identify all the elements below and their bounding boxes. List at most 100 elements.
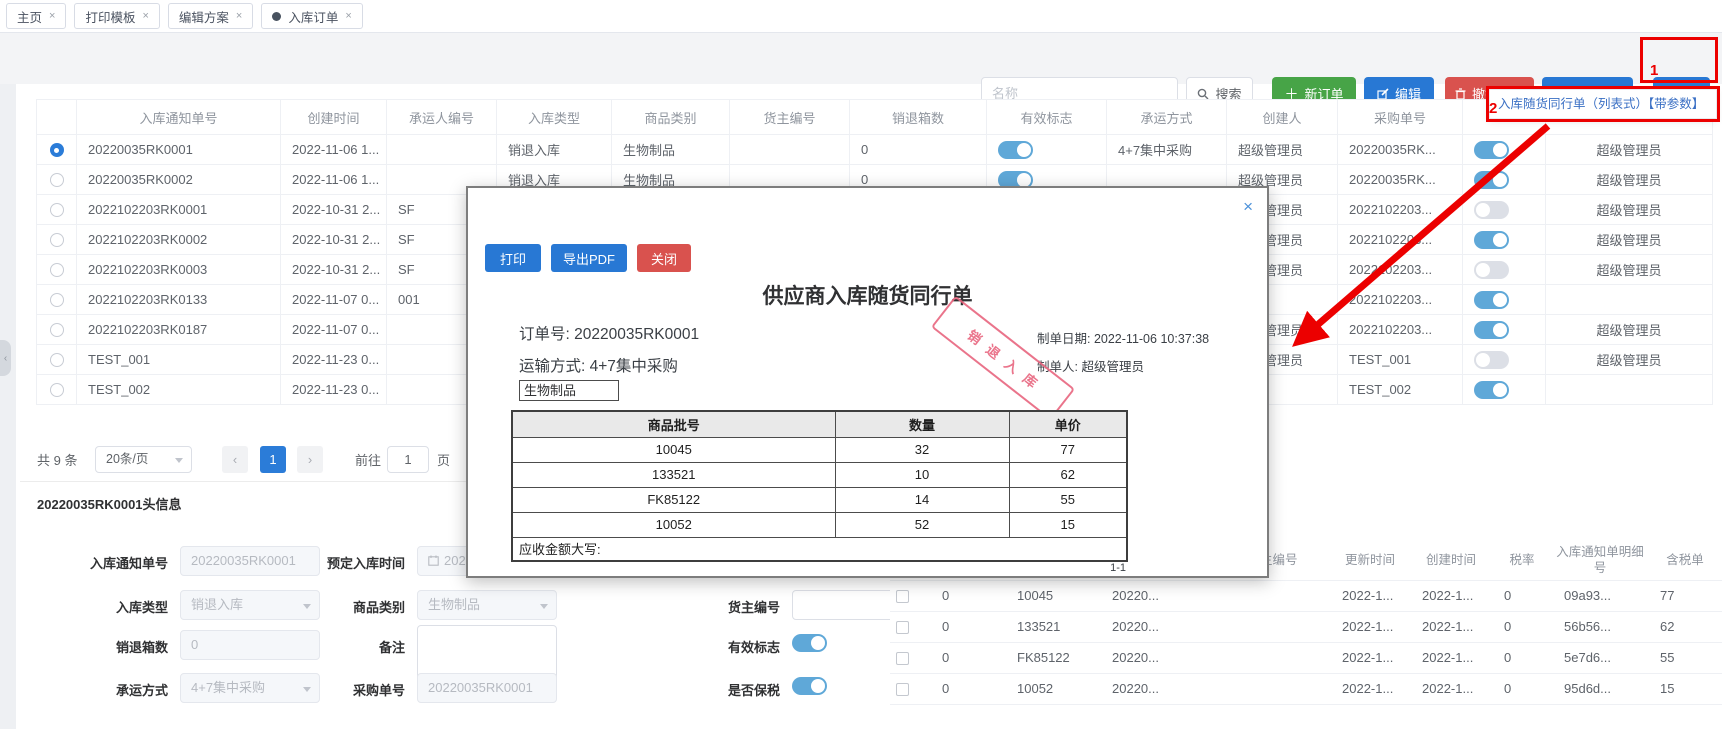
row-radio-cell [36, 224, 77, 255]
row-radio[interactable] [49, 323, 64, 338]
category-select[interactable]: 生物制品 [417, 590, 557, 620]
column-header: 入库类型 [496, 99, 612, 135]
detail-cell: 95d6d... [1552, 673, 1648, 705]
row-radio-cell [36, 134, 77, 165]
close-tab-icon[interactable]: × [345, 10, 351, 22]
detail-cell: 56b56... [1552, 611, 1648, 643]
detail-row[interactable]: 0 FK85122 20220... 2022-1... 2022-1... 0 5e7d6… [890, 642, 1722, 674]
cell: 2022-11-07 0... [280, 284, 387, 315]
row-checkbox[interactable] [896, 590, 909, 604]
cell: 4+7集中采购 [1106, 134, 1227, 165]
close-tab-icon[interactable]: × [236, 10, 242, 22]
detail-cell: 77 [1648, 580, 1722, 612]
row-radio[interactable] [49, 353, 64, 368]
detail-cell: 133521 [1005, 611, 1100, 643]
flag2-toggle[interactable] [1474, 320, 1509, 339]
row-radio[interactable] [49, 203, 64, 218]
detail-cell: 55 [1648, 642, 1722, 674]
flag2-toggle[interactable] [1474, 260, 1509, 279]
tab-主页[interactable]: 主页 × [6, 3, 67, 29]
flag2-toggle[interactable] [1474, 200, 1509, 219]
detail-column-header: 税率 [1492, 540, 1552, 581]
flag2-toggle[interactable] [1474, 230, 1509, 249]
owner-no-label: 货主编号 [727, 600, 780, 615]
table-row[interactable]: 20220035RK0001 2022-11-06 1... 销退入库 生物制品 0 4+… [36, 134, 1713, 165]
row-radio[interactable] [49, 233, 64, 248]
active-tab-dot-icon [272, 11, 282, 21]
close-tab-icon[interactable]: × [49, 10, 55, 22]
cell: 2022102203... [1337, 314, 1463, 345]
annotation-digit-2: 2 [1489, 100, 1498, 117]
prev-page-button[interactable]: ‹ [222, 446, 248, 473]
flag2-toggle[interactable] [1474, 170, 1509, 189]
cell [729, 134, 850, 165]
flag2-toggle[interactable] [1474, 380, 1509, 399]
flag2-cell [1462, 164, 1546, 195]
row-checkbox[interactable] [896, 621, 909, 635]
valid-flag-toggle[interactable] [792, 634, 827, 652]
doc-cell: 77 [1008, 436, 1128, 463]
column-header: 货主编号 [729, 99, 850, 135]
print-menu-item-list-style[interactable]: 入库随货同行单（列表式）【带参数】 [1489, 89, 1717, 119]
detail-cell: 2022-1... [1330, 611, 1410, 643]
cell: 2022102203... [1337, 254, 1463, 285]
valid-toggle[interactable] [998, 140, 1033, 159]
cell: TEST_001 [1337, 344, 1463, 375]
cell: TEST_002 [1337, 374, 1463, 405]
tab-编辑方案[interactable]: 编辑方案 × [167, 3, 254, 29]
sidebar-collapse-handle[interactable]: ‹ [0, 340, 11, 376]
return-boxes-field[interactable]: 0 [180, 630, 320, 660]
detail-cell: 09a93... [1552, 580, 1648, 612]
row-radio-cell [36, 254, 77, 285]
po-no-field[interactable]: 20220035RK0001 [417, 673, 557, 703]
row-radio[interactable] [49, 263, 64, 278]
category-box: 生物制品 [519, 380, 619, 401]
detail-row[interactable]: 0 10045 20220... 2022-1... 2022-1... 0 09a93..… [890, 580, 1722, 612]
doc-cell: 10 [834, 461, 1010, 488]
remark-label: 备注 [378, 640, 405, 655]
detail-cell: 0 [930, 611, 1005, 643]
detail-checkbox-cell [890, 580, 930, 612]
modal-export-pdf-button[interactable]: 导出PDF [551, 244, 627, 272]
admin-cell: 超级管理员 [1545, 224, 1713, 255]
notify-no-field[interactable]: 20220035RK0001 [180, 546, 320, 576]
row-radio[interactable] [49, 173, 64, 188]
current-page-button[interactable]: 1 [260, 446, 286, 473]
row-checkbox[interactable] [896, 683, 909, 697]
flag2-toggle[interactable] [1474, 350, 1509, 369]
page-size-select[interactable]: 20条/页 [95, 446, 192, 473]
row-radio[interactable] [49, 143, 64, 158]
detail-row[interactable]: 0 10052 20220... 2022-1... 2022-1... 0 95d6d..… [890, 673, 1722, 705]
close-tab-icon[interactable]: × [142, 10, 148, 22]
tab-label: 入库订单 [288, 10, 339, 25]
order-no-line: 订单号: 20220035RK0001 [519, 326, 700, 343]
document-title: 供应商入库随货同行单 [762, 285, 973, 308]
tab-label: 主页 [17, 10, 43, 25]
bonded-label: 是否保税 [727, 683, 780, 698]
next-page-button[interactable]: › [297, 446, 323, 473]
detail-column-header: 更新时间 [1330, 540, 1410, 581]
detail-column-header: 创建时间 [1410, 540, 1492, 581]
po-no-label: 采购单号 [352, 683, 405, 698]
close-icon[interactable]: × [1243, 198, 1253, 215]
detail-cell: 10045 [1005, 580, 1100, 612]
goto-label: 前往 [355, 453, 382, 468]
modal-close-button[interactable]: 关闭 [637, 244, 691, 272]
transport-select[interactable]: 4+7集中采购 [180, 673, 320, 703]
flag2-toggle[interactable] [1474, 290, 1509, 309]
in-type-select[interactable]: 销退入库 [180, 590, 320, 620]
admin-cell: 超级管理员 [1545, 164, 1713, 195]
row-radio[interactable] [49, 383, 64, 398]
modal-print-button[interactable]: 打印 [485, 244, 541, 272]
flag2-cell [1462, 254, 1546, 285]
goto-page-input[interactable] [387, 446, 429, 473]
row-radio[interactable] [49, 293, 64, 308]
detail-row[interactable]: 0 133521 20220... 2022-1... 2022-1... 0 56b56.… [890, 611, 1722, 643]
row-checkbox[interactable] [896, 652, 909, 666]
detail-checkbox-cell [890, 673, 930, 705]
admin-cell [1545, 284, 1713, 315]
bonded-toggle[interactable] [792, 677, 827, 695]
tab-打印模板[interactable]: 打印模板 × [74, 3, 160, 29]
tab-入库订单[interactable]: 入库订单 × [261, 3, 363, 29]
flag2-toggle[interactable] [1474, 140, 1509, 159]
